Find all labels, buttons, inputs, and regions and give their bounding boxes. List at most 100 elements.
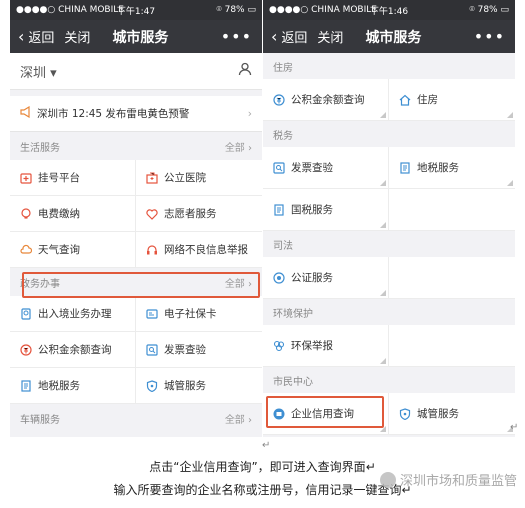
hospital-building-icon xyxy=(146,172,158,184)
notary-seal-icon xyxy=(273,271,285,284)
status-time: 下午1:47 xyxy=(116,6,156,17)
heart-icon xyxy=(146,208,158,220)
service-item-weather-cloud[interactable]: 天气查询 xyxy=(10,232,136,268)
service-item-id-card[interactable]: 电子社保卡 xyxy=(136,296,262,332)
expand-corner-icon xyxy=(380,222,386,228)
leaf-icon xyxy=(273,340,285,352)
section-header: 税务 xyxy=(263,121,515,147)
electricity-bulb-icon xyxy=(20,207,32,220)
service-item-house[interactable]: 住房 xyxy=(389,79,515,121)
section-header: 车辆服务 全部 › xyxy=(10,404,262,432)
service-grid: 企业信用查询 城管服务 xyxy=(263,393,515,435)
service-item-tax-document[interactable]: 地税服务 xyxy=(10,368,136,404)
view-all-link[interactable]: 全部 › xyxy=(225,411,252,426)
back-button[interactable]: ‹ 返回 xyxy=(271,27,307,46)
status-bar: ●●●●○ CHINA MOBILE 下午1:46 ⌾ 78% ▭ xyxy=(263,0,515,20)
service-grid: 发票查验 地税服务国税服务 xyxy=(263,147,515,231)
service-item-fund[interactable]: 公积金余额查询 xyxy=(263,79,389,121)
service-item-enterprise-credit[interactable]: 企业信用查询 xyxy=(263,393,389,435)
service-item-label: 地税服务 xyxy=(38,380,80,392)
service-item-shield[interactable]: 城管服务 xyxy=(389,393,515,435)
status-bar: ●●●●○ CHINA MOBILE 下午1:47 ⌾ 78% ▭ xyxy=(10,0,262,20)
expand-corner-icon xyxy=(507,112,513,118)
section-header: 住房 xyxy=(263,53,515,79)
service-item-tax-document[interactable]: 地税服务 xyxy=(389,147,515,189)
back-button[interactable]: ‹ 返回 xyxy=(18,27,54,46)
service-item-passport[interactable]: 出入境业务办理 xyxy=(10,296,136,332)
section-title: 车辆服务 xyxy=(20,414,60,426)
service-item-fund[interactable]: 公积金余额查询 xyxy=(10,332,136,368)
page-title: 城市服务 xyxy=(365,29,422,46)
section-title: 税务 xyxy=(273,130,293,142)
fund-icon xyxy=(273,93,285,106)
service-item-hospital-building[interactable]: 公立医院 xyxy=(136,160,262,196)
service-item-electricity-bulb[interactable]: 电费缴纳 xyxy=(10,196,136,232)
service-item-shield[interactable]: 城管服务 xyxy=(136,368,262,404)
service-item-label: 电子社保卡 xyxy=(164,308,217,320)
service-item-label: 志愿者服务 xyxy=(164,208,217,220)
service-item-label: 发票查验 xyxy=(164,344,206,356)
service-grid: 公证服务 xyxy=(263,257,515,299)
chevron-right-icon: › xyxy=(247,107,252,120)
service-item-label: 发票查验 xyxy=(291,162,333,174)
service-item-invoice[interactable]: 发票查验 xyxy=(136,332,262,368)
expand-corner-icon xyxy=(380,426,386,432)
shield-icon xyxy=(146,379,158,392)
paragraph-mark: ↵ xyxy=(510,422,519,433)
user-icon[interactable] xyxy=(238,62,252,80)
service-item-label: 公积金余额查询 xyxy=(38,344,112,356)
service-item-label: 出入境业务办理 xyxy=(38,308,112,320)
service-item-label: 电费缴纳 xyxy=(38,208,80,220)
megaphone-icon xyxy=(20,105,32,121)
invoice-icon xyxy=(146,343,158,356)
right-phone-screen: ●●●●○ CHINA MOBILE 下午1:46 ⌾ 78% ▭ ‹ 返回 关闭… xyxy=(263,0,515,437)
section-header: 市民中心 xyxy=(263,367,515,393)
section-header: 生活服务 全部 › xyxy=(10,132,262,160)
service-item-label: 网络不良信息举报 xyxy=(164,244,248,256)
more-menu-icon[interactable]: ••• xyxy=(221,27,252,46)
weather-cloud-icon xyxy=(20,244,33,256)
section-title: 政务办事 xyxy=(20,278,60,290)
city-selector[interactable]: 深圳 ▾ xyxy=(20,62,57,81)
chevron-left-icon: ‹ xyxy=(271,26,278,46)
shield-icon xyxy=(399,407,411,420)
close-button[interactable]: 关闭 xyxy=(64,27,90,46)
service-item-notary-seal[interactable]: 公证服务 xyxy=(263,257,389,299)
page-title: 城市服务 xyxy=(112,29,169,46)
view-all-link[interactable]: 全部 › xyxy=(225,139,252,154)
service-item-heart[interactable]: 志愿者服务 xyxy=(136,196,262,232)
service-grid: 挂号平台 公立医院电费缴纳 志愿者服务天气查询 网络不良信息举报 xyxy=(10,160,262,268)
more-menu-icon[interactable]: ••• xyxy=(474,27,505,46)
service-item-tax-document[interactable]: 国税服务 xyxy=(263,189,389,231)
service-item-label: 挂号平台 xyxy=(38,172,80,184)
service-item-label: 住房 xyxy=(417,94,438,106)
close-button[interactable]: 关闭 xyxy=(317,27,343,46)
service-item-hospital-register[interactable]: 挂号平台 xyxy=(10,160,136,196)
section-header: 司法 xyxy=(263,231,515,257)
wechat-logo-icon xyxy=(379,471,396,488)
empty-cell xyxy=(389,325,515,367)
section-title: 司法 xyxy=(273,240,293,252)
invoice-icon xyxy=(273,161,285,174)
passport-icon xyxy=(20,307,32,320)
service-item-label: 公立医院 xyxy=(164,172,206,184)
empty-cell xyxy=(389,189,515,231)
paragraph-mark: ↵ xyxy=(262,440,271,451)
service-item-invoice[interactable]: 发票查验 xyxy=(263,147,389,189)
view-all-link[interactable]: 全部 › xyxy=(225,275,252,290)
service-item-leaf[interactable]: 环保举报 xyxy=(263,325,389,367)
service-item-label: 城管服务 xyxy=(164,380,206,392)
service-item-label: 企业信用查询 xyxy=(291,408,354,420)
watermark: 深圳市场和质量监管 xyxy=(379,470,517,489)
weather-alert-row[interactable]: 深圳市 12:45 发布雷电黄色预警 › xyxy=(10,96,262,132)
expand-corner-icon xyxy=(380,180,386,186)
section-title: 市民中心 xyxy=(273,376,313,388)
id-card-icon xyxy=(146,308,158,320)
service-item-label: 地税服务 xyxy=(417,162,459,174)
expand-corner-icon xyxy=(507,180,513,186)
service-item-headset[interactable]: 网络不良信息举报 xyxy=(136,232,262,268)
service-item-label: 公积金余额查询 xyxy=(291,94,365,106)
section-title: 生活服务 xyxy=(20,142,60,154)
status-time: 下午1:46 xyxy=(369,6,409,17)
service-item-label: 国税服务 xyxy=(291,204,333,216)
